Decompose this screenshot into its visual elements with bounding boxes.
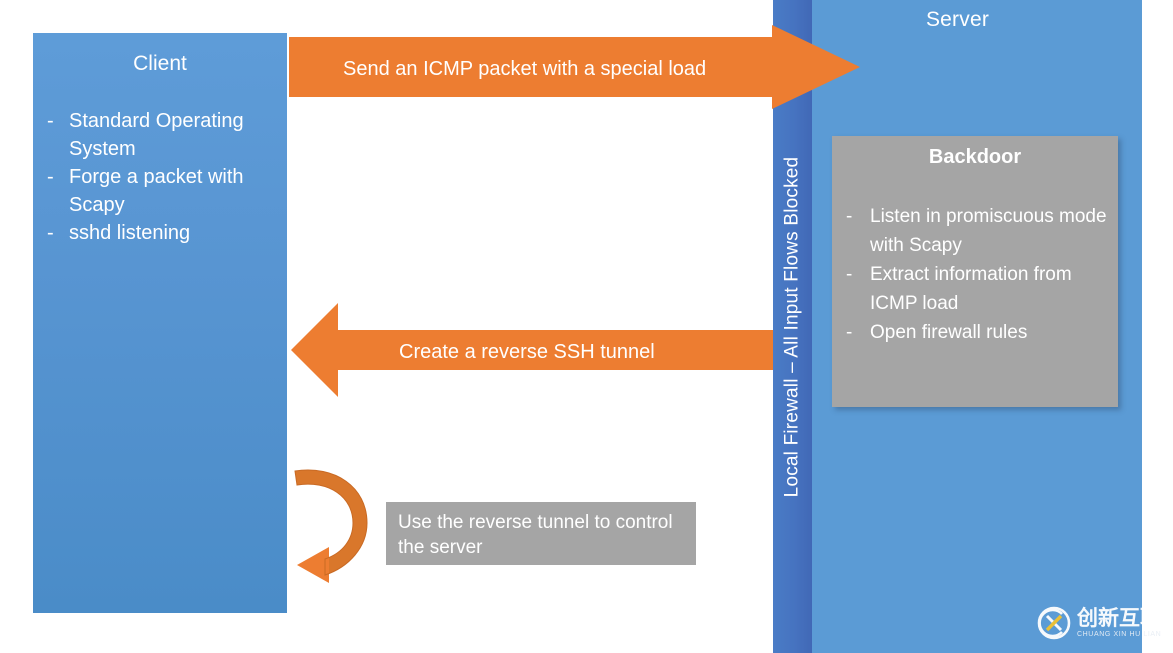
list-item: - Forge a packet with Scapy xyxy=(41,163,285,219)
client-title: Client xyxy=(133,52,187,75)
list-item: - Extract information from ICMP load xyxy=(840,260,1118,318)
backdoor-bullet-list: - Listen in promiscuous mode with Scapy … xyxy=(840,202,1118,347)
list-item-label: Open firewall rules xyxy=(870,322,1028,343)
list-item: - sshd listening xyxy=(41,219,285,247)
local-firewall-label: Local Firewall – All Input Flows Blocked xyxy=(781,156,803,497)
watermark-text: 创新互联 CHUANG XIN HU LIAN xyxy=(1077,608,1161,638)
caption-box-use-tunnel: Use the reverse tunnel to control the se… xyxy=(386,502,696,565)
list-item-label: Extract information from ICMP load xyxy=(870,264,1072,314)
bullet-marker: - xyxy=(846,264,853,285)
list-item-label: Standard Operating System xyxy=(69,110,244,160)
list-item: - Listen in promiscuous mode with Scapy xyxy=(840,202,1118,260)
backdoor-title: Backdoor xyxy=(928,146,1022,168)
list-item-label: Forge a packet with Scapy xyxy=(69,166,244,216)
watermark: 创新互联 CHUANG XIN HU LIAN xyxy=(1036,600,1166,646)
flow-label-icmp-packet: Send an ICMP packet with a special load xyxy=(343,58,707,80)
diagram-canvas: Server Backdoor - Listen in promiscuous … xyxy=(0,0,1173,653)
circular-arrow-icon xyxy=(294,469,368,583)
list-item-label: Listen in promiscuous mode with Scapy xyxy=(870,206,1107,256)
watermark-en: CHUANG XIN HU LIAN xyxy=(1077,631,1162,638)
client-box: Client - Standard Operating System - For… xyxy=(33,33,287,613)
bullet-marker: - xyxy=(846,322,853,343)
list-item: - Standard Operating System xyxy=(41,107,285,163)
bullet-marker: - xyxy=(47,110,54,132)
backdoor-box: Backdoor - Listen in promiscuous mode wi… xyxy=(832,136,1118,407)
flow-label-reverse-ssh: Create a reverse SSH tunnel xyxy=(399,341,655,363)
bullet-marker: - xyxy=(47,222,54,244)
list-item-label: sshd listening xyxy=(69,222,191,244)
watermark-cn: 创新互联 xyxy=(1077,607,1161,630)
list-item: - Open firewall rules xyxy=(840,318,1118,347)
bullet-marker: - xyxy=(47,166,54,188)
bullet-marker: - xyxy=(846,206,853,227)
client-bullet-list: - Standard Operating System - Forge a pa… xyxy=(41,107,285,247)
caption-label: Use the reverse tunnel to control the se… xyxy=(398,512,673,558)
cx-logo-icon xyxy=(1037,606,1071,640)
